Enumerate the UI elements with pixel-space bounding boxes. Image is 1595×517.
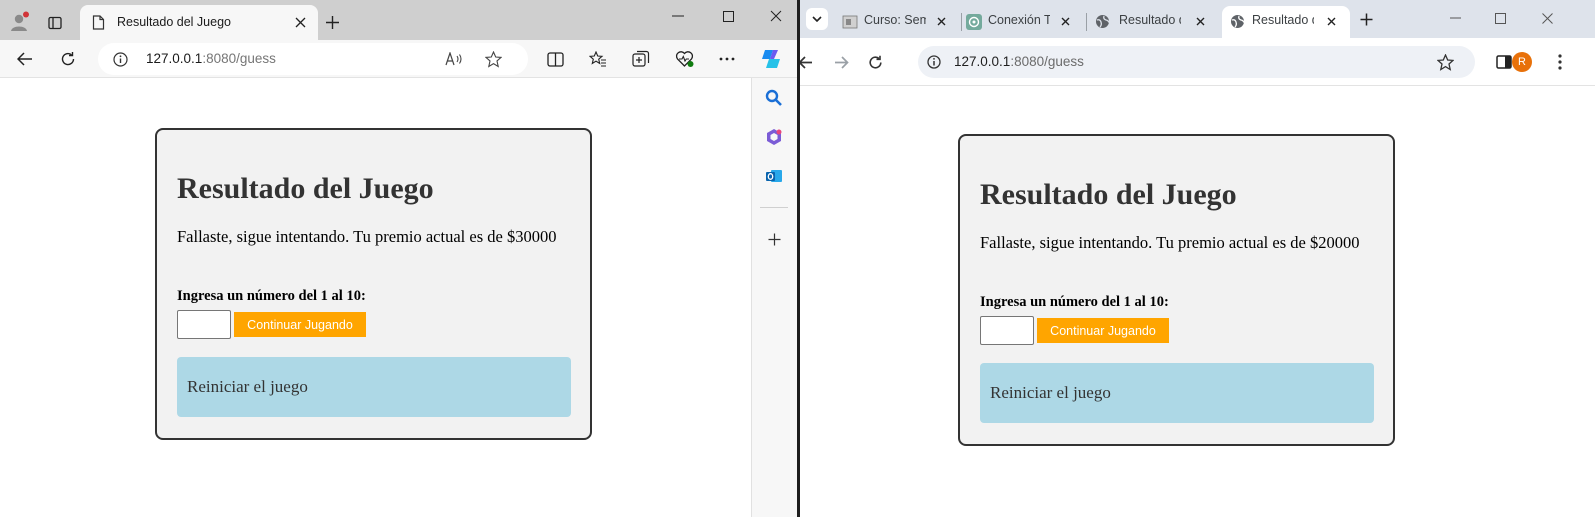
edge-page-viewport: Resultado del Juego Fallaste, sigue inte… (0, 78, 752, 517)
reload-icon[interactable] (864, 51, 886, 73)
edge-sidebar (752, 78, 797, 517)
url-host: 127.0.0.1 (146, 51, 203, 66)
bookmark-star-icon[interactable] (1435, 52, 1455, 72)
globe-icon (1095, 14, 1110, 29)
profile-avatar-icon[interactable] (6, 9, 32, 35)
read-aloud-icon[interactable] (444, 50, 464, 68)
close-tab-icon[interactable] (1324, 14, 1338, 28)
tab-curso[interactable]: Curso: Semi (832, 6, 960, 38)
tab-actions-icon[interactable] (44, 12, 66, 34)
address-bar[interactable]: 127.0.0.1:8080/guess (98, 43, 528, 75)
search-icon[interactable] (763, 87, 785, 109)
reset-game-link[interactable]: Reiniciar el juego (177, 357, 571, 417)
edge-tab-strip: Resultado del Juego (0, 0, 797, 40)
number-input[interactable] (177, 310, 231, 339)
chrome-page-viewport: Resultado del Juego Fallaste, sigue inte… (800, 86, 1595, 517)
page-heading: Resultado del Juego (980, 178, 1237, 211)
tab-resultado-1[interactable]: Resultado d (1090, 6, 1218, 38)
url-path: :8080/guess (1010, 54, 1084, 69)
chrome-toolbar: 127.0.0.1:8080/guess R (800, 38, 1595, 86)
tab-conexion[interactable]: Conexión Te (962, 6, 1092, 38)
maximize-icon[interactable] (718, 6, 738, 26)
outlook-icon[interactable] (763, 165, 785, 187)
tab-search-icon[interactable] (806, 8, 828, 30)
globe-icon (1230, 14, 1245, 29)
chrome-browser-window: Curso: Semi Conexión Te Resultado d (800, 0, 1595, 517)
close-tab-icon[interactable] (292, 14, 308, 30)
site-info-icon[interactable] (112, 51, 128, 67)
minimize-icon[interactable] (668, 6, 688, 26)
tab-resultado-2-active[interactable]: Resultado d (1222, 6, 1350, 38)
url-text: 127.0.0.1:8080/guess (954, 54, 1084, 69)
course-favicon-icon (842, 14, 858, 30)
favorites-icon[interactable] (588, 49, 608, 69)
url-text: 127.0.0.1:8080/guess (146, 51, 276, 66)
continue-button[interactable]: Continuar Jugando (1037, 318, 1169, 343)
result-card: Resultado del Juego Fallaste, sigue inte… (958, 134, 1395, 446)
back-icon[interactable] (800, 51, 816, 73)
back-icon[interactable] (14, 48, 36, 70)
favorite-star-icon[interactable] (483, 49, 503, 69)
reset-game-link[interactable]: Reiniciar el juego (980, 363, 1374, 423)
add-sidebar-app-icon[interactable] (765, 230, 783, 248)
split-screen-icon[interactable] (545, 49, 565, 69)
edge-toolbar: 127.0.0.1:8080/guess (0, 40, 797, 78)
page-icon (92, 15, 105, 30)
number-input-label: Ingresa un número del 1 al 10: (980, 294, 1169, 310)
reset-game-label: Reiniciar el juego (990, 383, 1111, 402)
url-host: 127.0.0.1 (954, 54, 1011, 69)
reset-game-label: Reiniciar el juego (187, 377, 308, 396)
chatgpt-favicon-icon (966, 14, 982, 30)
new-tab-icon[interactable] (322, 12, 342, 32)
profile-avatar[interactable]: R (1512, 52, 1532, 72)
site-info-icon[interactable] (926, 54, 942, 70)
copilot-icon[interactable] (757, 45, 785, 73)
tab-title: Curso: Semi (864, 13, 926, 27)
new-tab-icon[interactable] (1357, 10, 1375, 28)
chrome-tab-strip: Curso: Semi Conexión Te Resultado d (800, 0, 1595, 38)
address-bar[interactable]: 127.0.0.1:8080/guess (918, 46, 1475, 78)
result-card: Resultado del Juego Fallaste, sigue inte… (155, 128, 592, 440)
office-icon[interactable] (763, 126, 785, 148)
page-heading: Resultado del Juego (177, 172, 434, 205)
refresh-icon[interactable] (57, 48, 79, 70)
edge-browser-window: Resultado del Juego 127.0.0.1:8080/guess… (0, 0, 797, 517)
close-tab-icon[interactable] (1058, 14, 1072, 28)
minimize-icon[interactable] (1445, 8, 1465, 28)
continue-button[interactable]: Continuar Jugando (234, 312, 366, 337)
close-tab-icon[interactable] (934, 14, 948, 28)
tab-title: Resultado d (1119, 13, 1181, 27)
more-menu-icon[interactable] (1550, 51, 1570, 73)
tab-resultado[interactable]: Resultado del Juego (80, 5, 318, 40)
number-input[interactable] (980, 316, 1034, 345)
result-message: Fallaste, sigue intentando. Tu premio ac… (177, 227, 557, 246)
result-message: Fallaste, sigue intentando. Tu premio ac… (980, 233, 1360, 252)
url-path: :8080/guess (202, 51, 276, 66)
close-tab-icon[interactable] (1193, 14, 1207, 28)
browser-essentials-icon[interactable] (674, 49, 694, 69)
tab-title: Resultado d (1252, 13, 1314, 27)
number-input-label: Ingresa un número del 1 al 10: (177, 288, 366, 304)
tab-separator (1086, 13, 1087, 31)
more-menu-icon[interactable] (717, 49, 737, 69)
tab-title: Resultado del Juego (117, 15, 231, 29)
tab-title: Conexión Te (988, 13, 1050, 27)
forward-icon[interactable] (830, 51, 852, 73)
collections-icon[interactable] (631, 49, 651, 69)
close-window-icon[interactable] (1537, 8, 1557, 28)
maximize-icon[interactable] (1490, 8, 1510, 28)
close-window-icon[interactable] (766, 6, 786, 26)
sidebar-divider (760, 207, 788, 208)
